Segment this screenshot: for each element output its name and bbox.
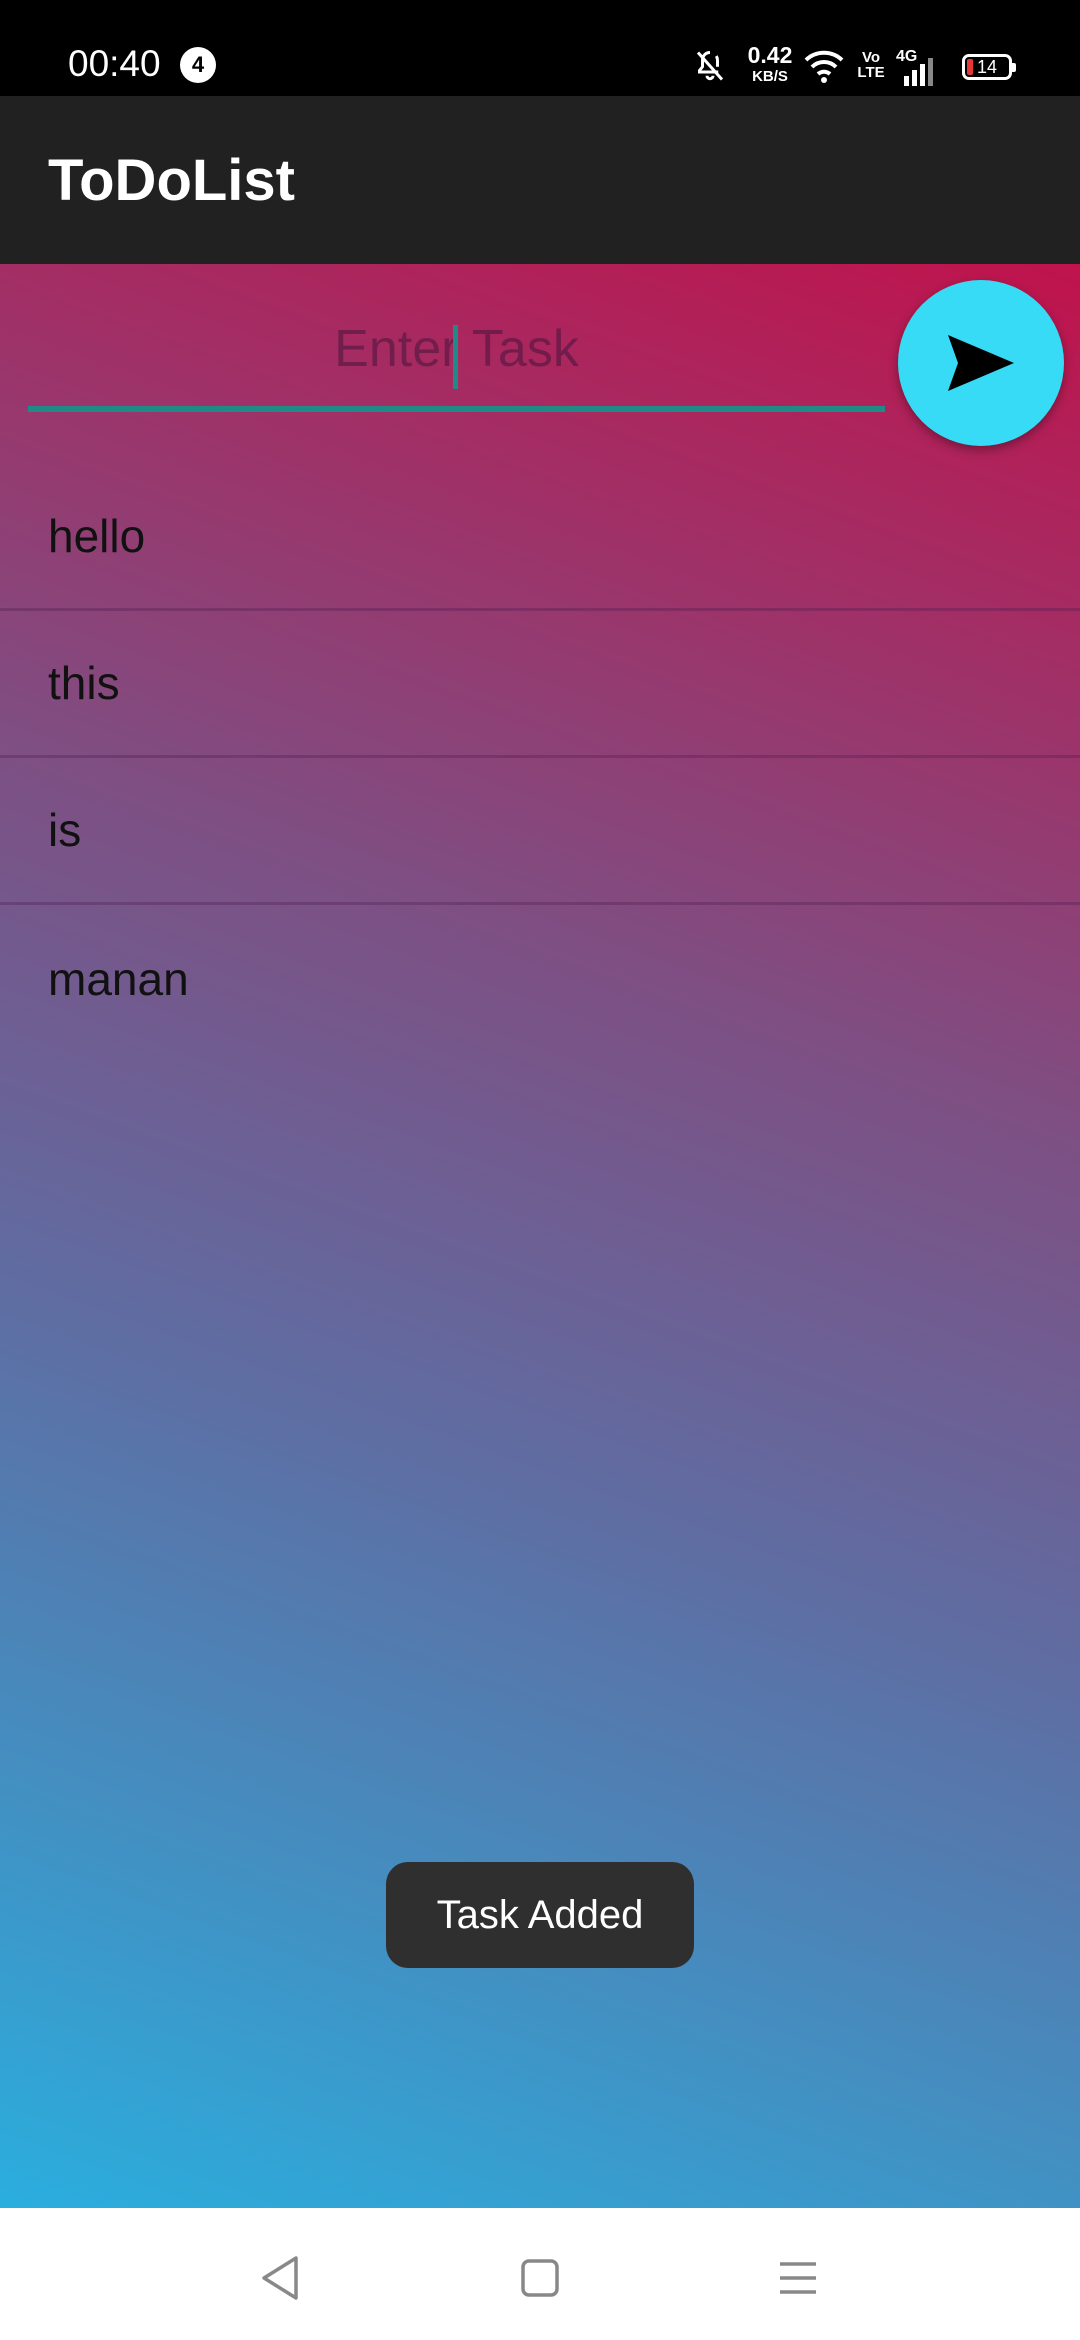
battery-icon: 14 xyxy=(962,54,1016,80)
task-text: manan xyxy=(48,952,189,1005)
task-text: this xyxy=(48,657,120,709)
status-time: 00:40 xyxy=(68,43,161,84)
nav-recents-button[interactable] xyxy=(768,2248,828,2308)
app-bar: ToDoList xyxy=(0,96,1080,264)
status-bar: 00:40 4 0.42 KB/S Vo LTE 4G 14 xyxy=(0,0,1080,96)
back-triangle-icon xyxy=(262,2256,298,2300)
task-item[interactable]: hello xyxy=(0,464,1080,611)
main-content: hello this is manan Task Added xyxy=(0,264,1080,2208)
send-icon xyxy=(948,335,1014,391)
text-cursor xyxy=(453,325,458,389)
nav-home-button[interactable] xyxy=(510,2248,570,2308)
wifi-icon xyxy=(804,50,844,83)
task-text: hello xyxy=(48,510,146,562)
task-item[interactable]: is xyxy=(0,758,1080,905)
network-speed: 0.42 KB/S xyxy=(742,42,798,85)
system-nav-bar xyxy=(0,2208,1080,2340)
recents-menu-icon xyxy=(780,2262,816,2294)
task-text: is xyxy=(48,804,82,856)
volte-line2: LTE xyxy=(857,64,885,81)
volte-indicator: Vo LTE xyxy=(856,50,886,80)
home-square-icon xyxy=(521,2259,559,2297)
add-task-button[interactable] xyxy=(898,280,1064,446)
signal-icon xyxy=(904,58,933,86)
toast-message: Task Added xyxy=(386,1862,694,1968)
task-list: hello this is manan xyxy=(0,464,1080,1052)
nav-back-button[interactable] xyxy=(250,2248,310,2308)
task-input-container xyxy=(28,304,885,414)
input-underline xyxy=(28,406,885,412)
battery-level: 14 xyxy=(976,57,998,77)
network-speed-value: 0.42 xyxy=(747,42,793,68)
app-title: ToDoList xyxy=(48,148,295,213)
status-icons: 0.42 KB/S Vo LTE 4G 14 xyxy=(680,40,1080,90)
bell-muted-icon xyxy=(696,51,724,81)
notification-count-badge: 4 xyxy=(180,47,216,83)
task-item[interactable]: this xyxy=(0,611,1080,758)
network-speed-unit: KB/S xyxy=(752,68,788,85)
task-item[interactable]: manan xyxy=(0,905,1080,1052)
